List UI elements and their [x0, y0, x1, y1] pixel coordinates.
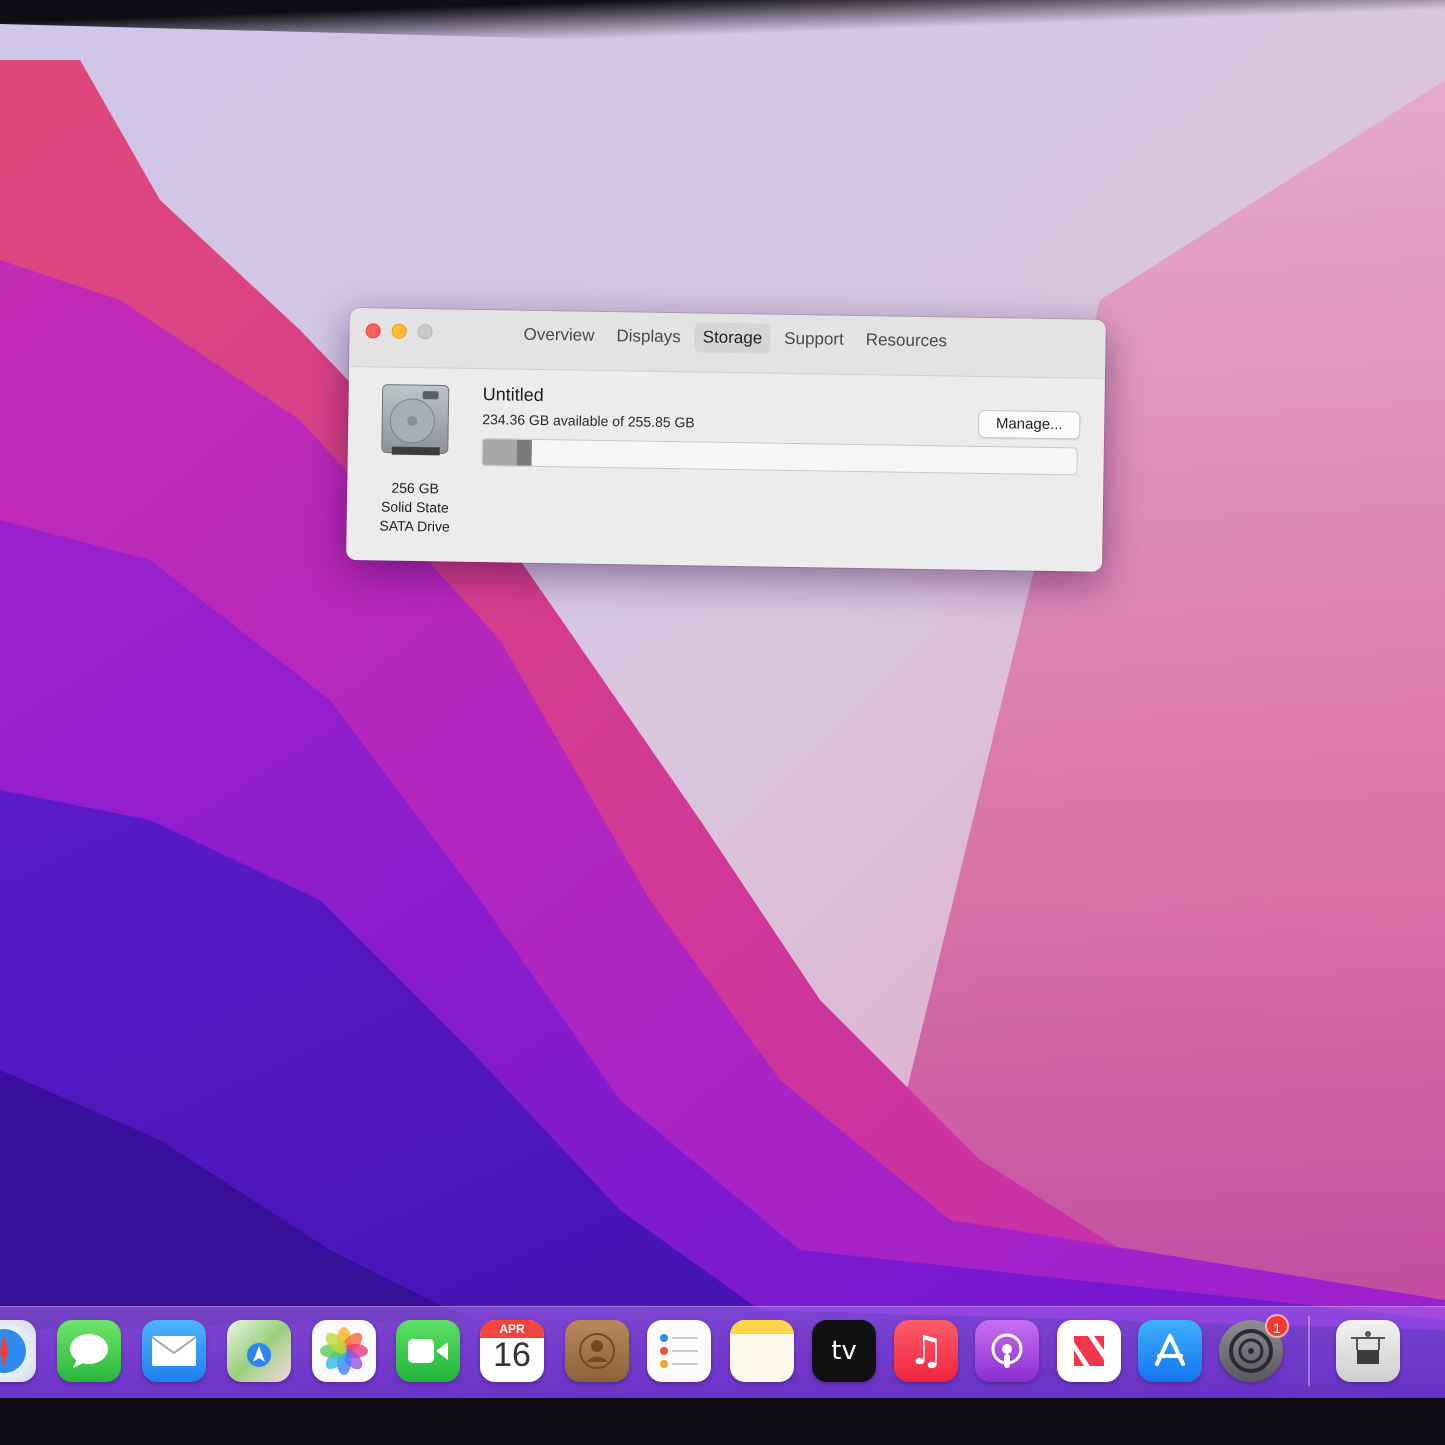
tab-storage[interactable]: Storage — [694, 322, 771, 354]
contacts-icon[interactable] — [565, 1320, 629, 1382]
drive-type: Solid State — [380, 498, 449, 516]
tab-resources[interactable]: Resources — [858, 325, 956, 357]
reminders-icon[interactable] — [647, 1320, 711, 1382]
tab-support[interactable]: Support — [776, 324, 852, 355]
apple-tv-icon[interactable]: tv — [812, 1320, 876, 1382]
volume-availability: 234.36 GB available of 255.85 GB — [482, 411, 695, 431]
tab-displays[interactable]: Displays — [608, 321, 689, 352]
safari-icon[interactable] — [0, 1320, 36, 1382]
notification-badge: 1 — [1265, 1314, 1289, 1338]
mail-icon[interactable] — [142, 1320, 206, 1382]
storage-usage-bar — [481, 438, 1078, 476]
messages-icon[interactable] — [57, 1320, 121, 1382]
desktop-screen — [0, 0, 1445, 1445]
drive-caption: 256 GB Solid State SATA Drive — [356, 478, 473, 537]
news-icon[interactable] — [1057, 1320, 1121, 1382]
app-store-icon[interactable] — [1138, 1320, 1202, 1382]
close-window-button[interactable] — [365, 323, 381, 339]
tab-overview[interactable]: Overview — [515, 320, 602, 351]
drive-interface: SATA Drive — [379, 517, 450, 535]
volume-name: Untitled — [482, 384, 544, 406]
calendar-day: 16 — [493, 1336, 531, 1374]
system-information-icon[interactable] — [1336, 1320, 1400, 1382]
hard-drive-icon — [381, 384, 450, 456]
zoom-window-button[interactable] — [417, 324, 433, 340]
storage-bar-system-segment — [482, 439, 517, 466]
monterey-wallpaper — [0, 0, 1445, 1445]
apple-tv-label: tv — [831, 1336, 857, 1366]
storage-bar-other-segment — [516, 439, 532, 466]
tab-bar: Overview Displays Storage Support Resour… — [515, 320, 955, 357]
manage-button[interactable]: Manage... — [978, 409, 1081, 440]
dock-separator — [1308, 1316, 1310, 1386]
photos-icon[interactable] — [312, 1320, 376, 1382]
music-icon[interactable]: ♫ — [894, 1320, 958, 1382]
window-titlebar: Overview Displays Storage Support Resour… — [349, 308, 1106, 379]
monitor-bezel-bottom — [0, 1398, 1445, 1445]
about-this-mac-window: Overview Displays Storage Support Resour… — [346, 308, 1106, 572]
maps-icon[interactable] — [227, 1320, 291, 1382]
podcasts-icon[interactable] — [975, 1320, 1039, 1382]
facetime-icon[interactable] — [396, 1320, 460, 1382]
calendar-month: APR — [499, 1322, 525, 1336]
minimize-window-button[interactable] — [391, 323, 407, 339]
notes-icon[interactable] — [730, 1320, 794, 1382]
drive-capacity: 256 GB — [391, 479, 440, 497]
calendar-icon[interactable]: APR 16 — [480, 1320, 544, 1382]
